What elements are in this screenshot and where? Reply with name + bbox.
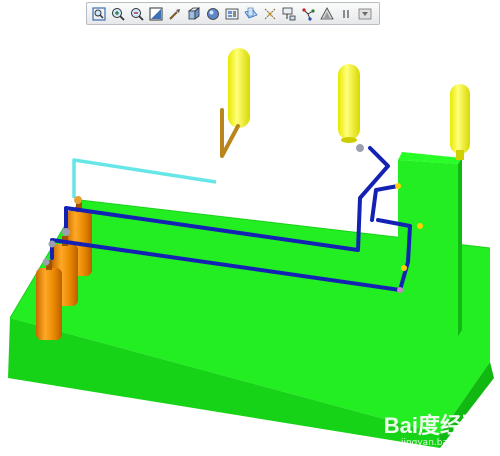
- pause-icon: [343, 9, 349, 18]
- cyan-pipe: [72, 158, 217, 198]
- saved-views-icon: [225, 8, 239, 19]
- repaint-icon: [169, 8, 180, 20]
- datum-planes-button[interactable]: [242, 5, 260, 23]
- watermark-url: jingyan.baidu.com: [400, 438, 484, 448]
- blue-pipe-riser: [370, 184, 400, 222]
- view-orientation-icon: [187, 6, 201, 20]
- coordinate-system-button[interactable]: [299, 5, 317, 23]
- datum-planes-icon: [244, 7, 258, 18]
- datum-points-icon: [282, 7, 296, 20]
- display-style-button[interactable]: [204, 5, 222, 23]
- view-orientation-button[interactable]: [185, 5, 203, 23]
- zoom-to-fit-icon: [92, 6, 106, 21]
- datum-axes-icon: [264, 8, 276, 19]
- yellow-tank-middle: [338, 64, 360, 143]
- zoom-in-button[interactable]: [109, 5, 127, 23]
- refit-button[interactable]: [147, 5, 165, 23]
- spin-center-icon: [358, 8, 372, 19]
- zoom-in-icon: [112, 7, 125, 21]
- watermark-logo: Bai度经验: [383, 413, 484, 438]
- display-style-icon: [207, 7, 219, 20]
- pause-button[interactable]: [337, 5, 355, 23]
- baidu-jingyan-watermark: Bai度经验 jingyan.baidu.com: [384, 415, 484, 448]
- yellow-tank-left: [228, 48, 250, 128]
- repaint-button[interactable]: [166, 5, 184, 23]
- refit-icon: [149, 7, 163, 20]
- coordinate-system-icon: [302, 7, 315, 21]
- cad-model-viewer: Bai度经验 jingyan.baidu.com: [0, 0, 500, 456]
- yellow-tank-right: [450, 84, 470, 160]
- zoom-out-icon: [131, 7, 144, 21]
- orange-tank-front: [36, 260, 62, 340]
- view-toolbar: [86, 2, 380, 25]
- datum-axes-button[interactable]: [261, 5, 279, 23]
- spin-center-button[interactable]: [356, 5, 374, 23]
- annotations-icon: [320, 6, 334, 19]
- zoom-to-fit-button[interactable]: [90, 5, 108, 23]
- datum-points-button[interactable]: [280, 5, 298, 23]
- annotations-button[interactable]: [318, 5, 336, 23]
- 3d-model-viewport[interactable]: [0, 26, 500, 456]
- saved-views-button[interactable]: [223, 5, 241, 23]
- zoom-out-button[interactable]: [128, 5, 146, 23]
